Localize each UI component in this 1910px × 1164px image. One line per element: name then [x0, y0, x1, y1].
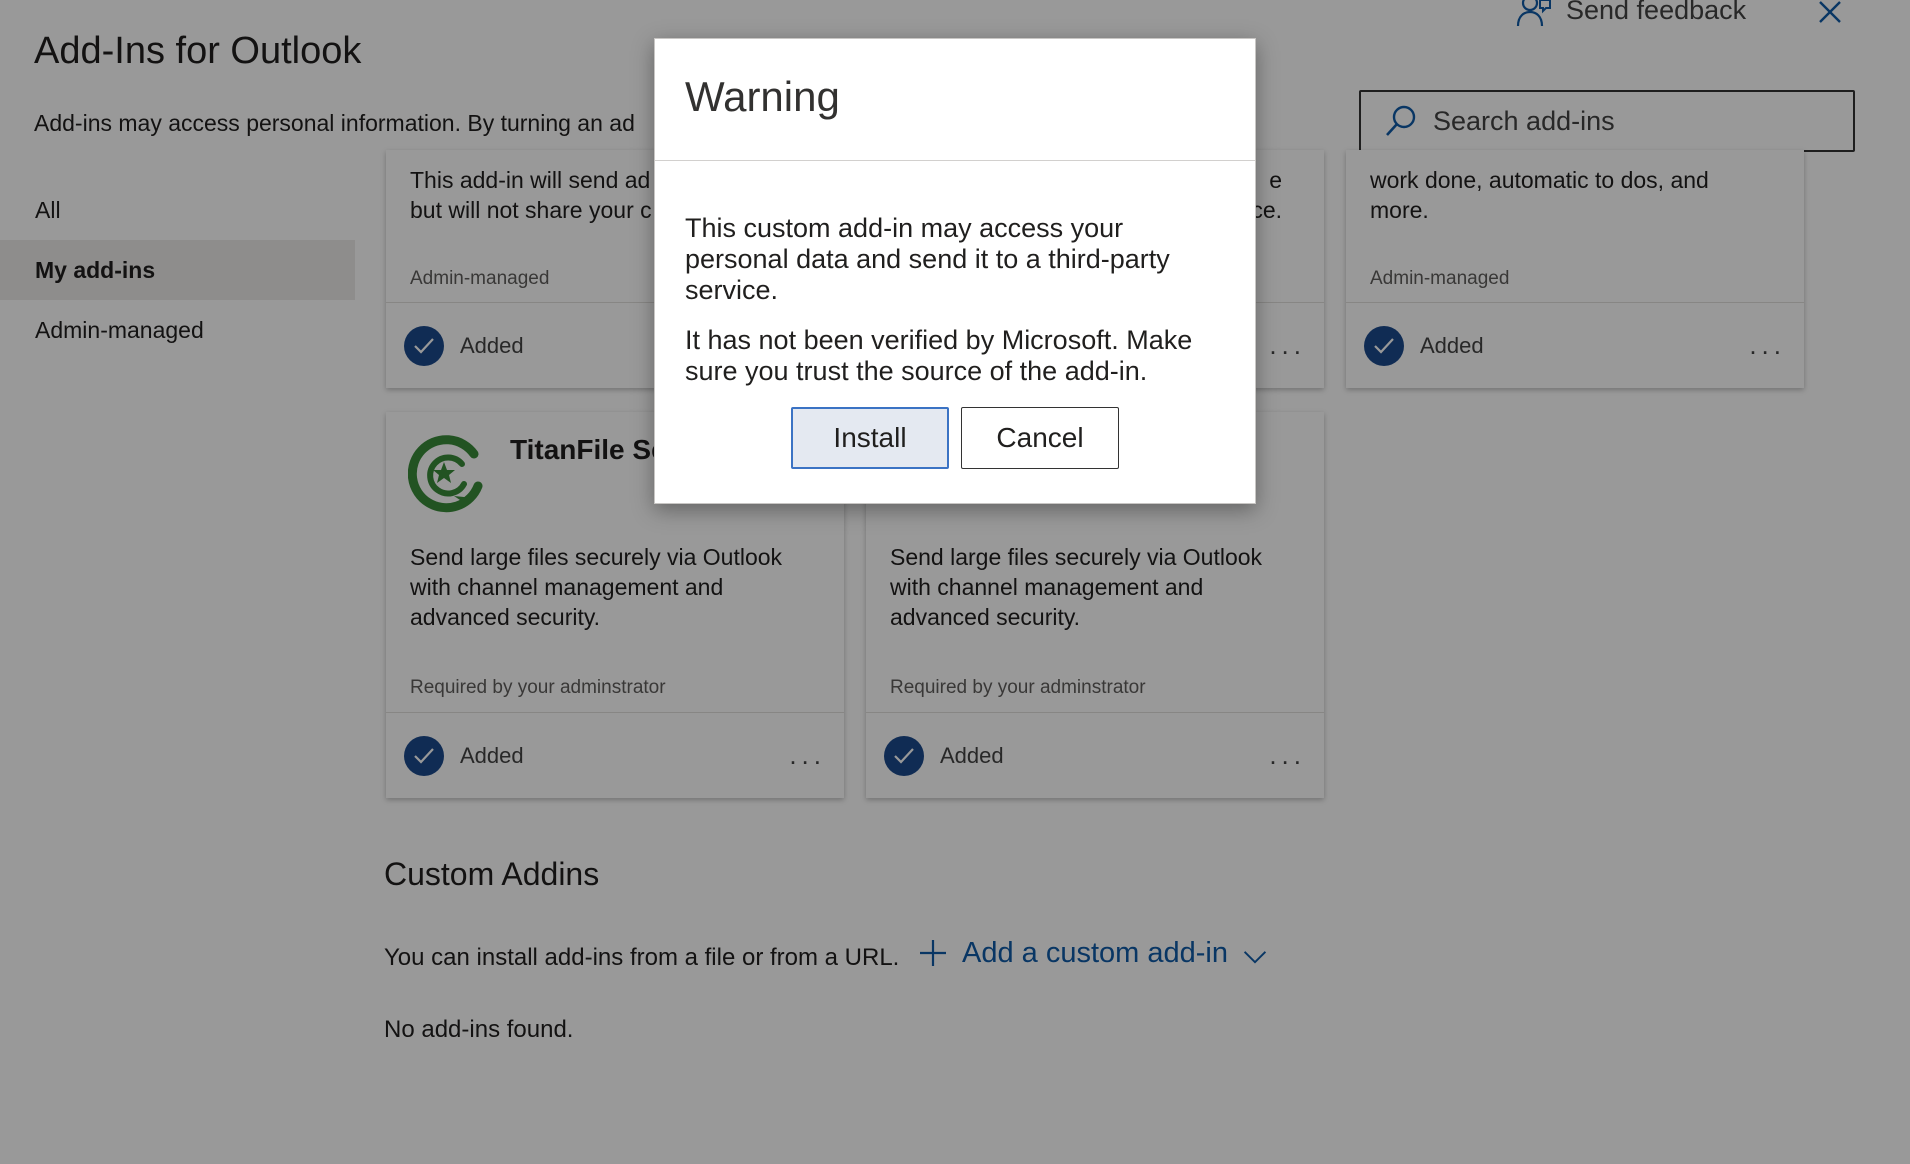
- dialog-title: Warning: [685, 73, 840, 120]
- dialog-divider: [655, 160, 1255, 161]
- warning-dialog: Warning This custom add-in may access yo…: [654, 38, 1256, 504]
- install-button[interactable]: Install: [791, 407, 949, 469]
- cancel-button[interactable]: Cancel: [961, 407, 1119, 469]
- dialog-message: This custom add-in may access your perso…: [685, 213, 1170, 305]
- dialog-verification-message: It has not been verified by Microsoft. M…: [685, 325, 1193, 386]
